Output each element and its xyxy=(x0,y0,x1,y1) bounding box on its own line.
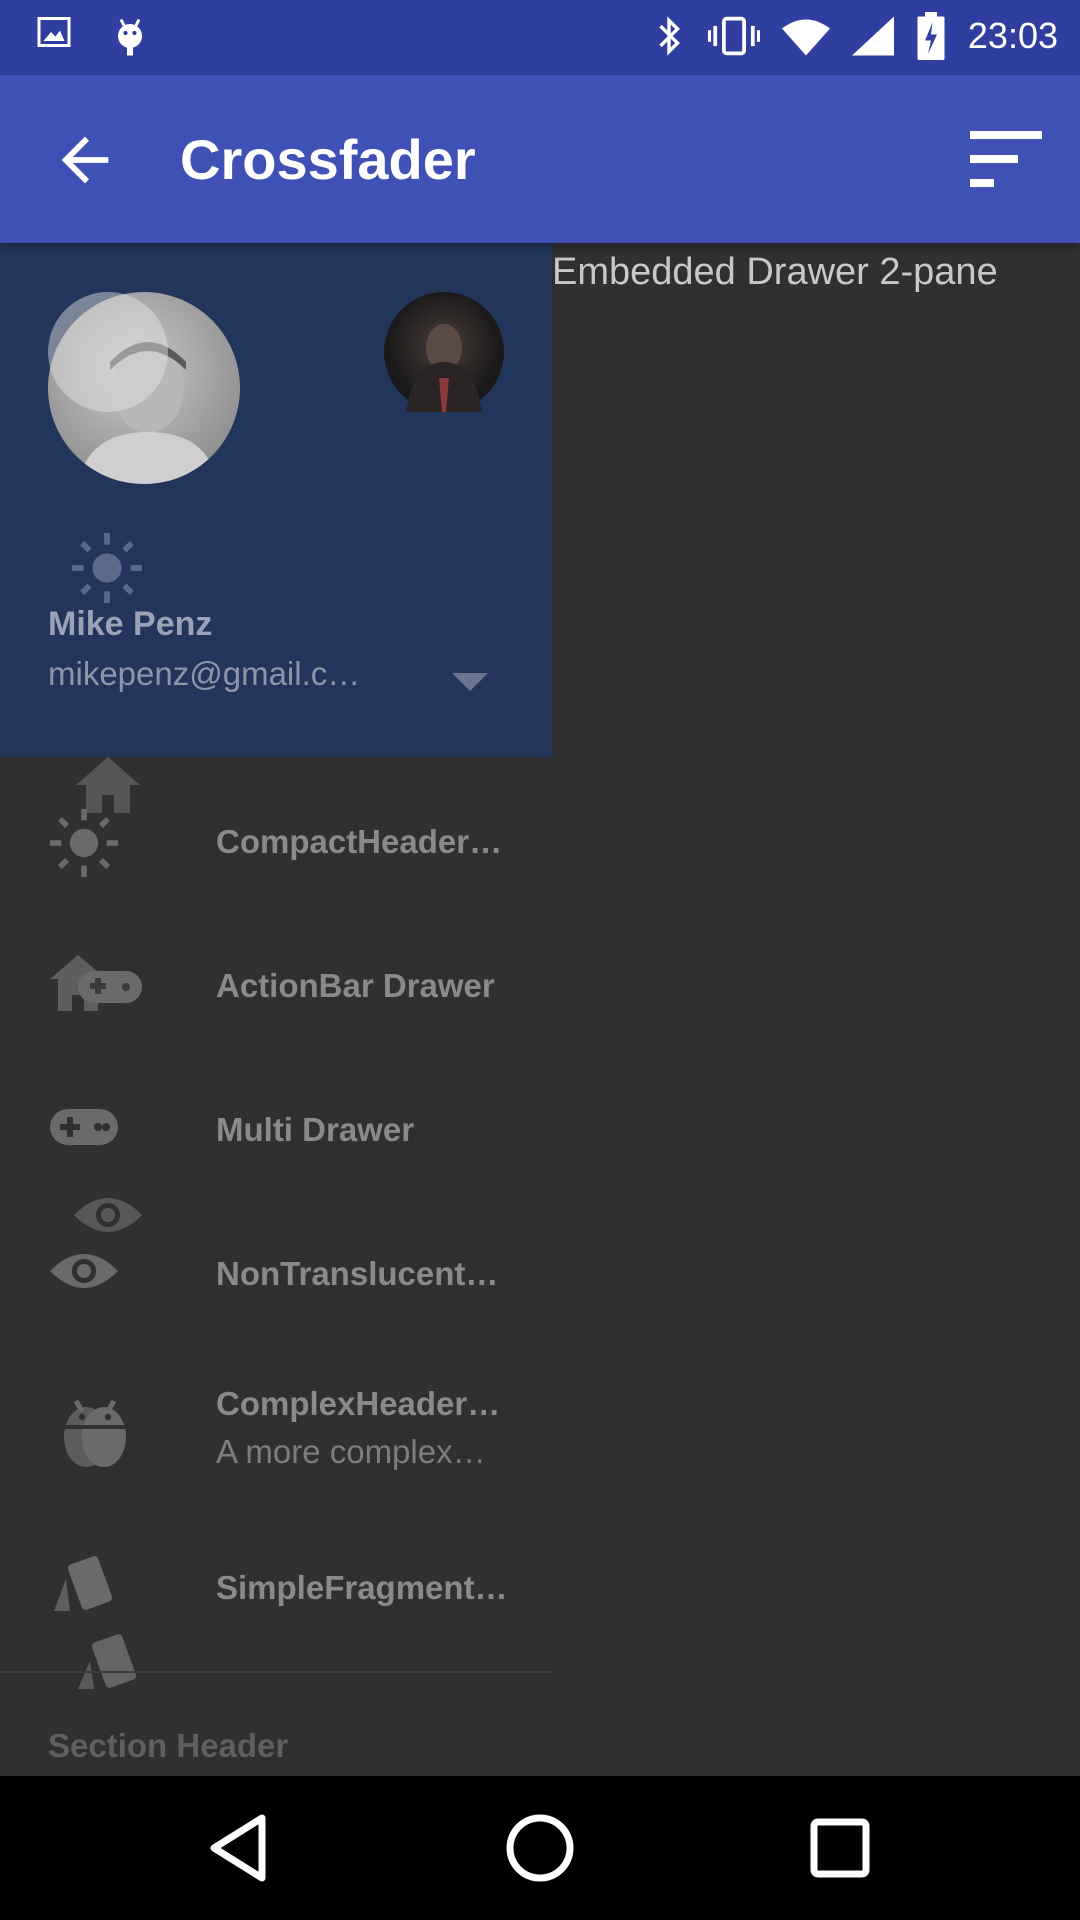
section-header: Section Header xyxy=(48,1727,289,1764)
account-avatar-crossfade xyxy=(48,292,168,412)
drawer-item-label: NonTranslucent… xyxy=(216,1255,499,1292)
bluetooth-icon xyxy=(659,16,680,56)
arrow-back-icon[interactable] xyxy=(50,125,120,195)
drawer-item-label: ActionBar Drawer xyxy=(216,967,495,1004)
toolbar: Crossfader xyxy=(0,75,1080,243)
sort-icon[interactable] xyxy=(970,131,1042,187)
account-header: Mike Penz mikepenz@gmail.c… xyxy=(0,243,552,757)
status-bar: 23:03 xyxy=(0,0,1080,75)
navigation-drawer: Mike Penz mikepenz@gmail.c… CompactHeade… xyxy=(0,243,552,1776)
drawer-item-compact-header[interactable]: CompactHeader… xyxy=(0,785,552,895)
drawer-item-label: Multi Drawer xyxy=(216,1111,415,1148)
content-text: Embedded Drawer 2-pane xyxy=(552,251,998,293)
home-gamepad-icon xyxy=(50,955,142,1011)
sun-icon xyxy=(72,533,142,603)
back-icon[interactable] xyxy=(202,1810,278,1886)
cards-icon xyxy=(54,1556,113,1611)
drawer-item-label: ComplexHeader… xyxy=(216,1385,501,1422)
drawer-item-multi-drawer[interactable]: Multi Drawer xyxy=(0,1073,552,1183)
chevron-down-icon[interactable] xyxy=(452,671,488,693)
content-pane: Embedded Drawer 2-pane xyxy=(552,243,1080,1776)
signal-icon xyxy=(851,16,894,56)
drawer-item-label: SimpleFragment… xyxy=(216,1569,508,1606)
divider xyxy=(0,1671,552,1673)
page-title: Crossfader xyxy=(180,128,476,191)
drawer-item-actionbar-drawer[interactable]: ActionBar Drawer xyxy=(0,929,552,1039)
profile-photo-icon xyxy=(406,324,482,412)
drawer-item-label: CompactHeader… xyxy=(216,823,503,860)
home-icon[interactable] xyxy=(502,1810,578,1886)
clock: 23:03 xyxy=(967,15,1058,56)
account-name: Mike Penz xyxy=(48,605,213,643)
android-icon xyxy=(118,18,142,56)
recents-icon[interactable] xyxy=(802,1810,878,1886)
gamepad-icon xyxy=(50,1109,118,1145)
drawer-item-non-translucent[interactable]: NonTranslucent… xyxy=(0,1217,552,1327)
vibrate-icon xyxy=(707,16,760,56)
system-navigation-bar xyxy=(0,1776,1080,1920)
image-icon xyxy=(37,17,71,47)
cards-icon xyxy=(78,1634,137,1689)
drawer-item-simple-fragment[interactable]: SimpleFragment… xyxy=(0,1531,552,1689)
wifi-icon xyxy=(781,19,830,56)
drawer-item-description: A more complex… xyxy=(216,1433,486,1470)
eye-icon xyxy=(50,1254,118,1288)
other-account-avatar[interactable] xyxy=(384,292,504,412)
account-email: mikepenz@gmail.c… xyxy=(48,655,361,692)
sun-icon xyxy=(50,809,118,877)
android-icon xyxy=(60,1399,130,1467)
battery-charging-icon xyxy=(917,12,945,60)
drawer-item-complex-header[interactable]: ComplexHeader… A more complex… xyxy=(0,1361,552,1501)
